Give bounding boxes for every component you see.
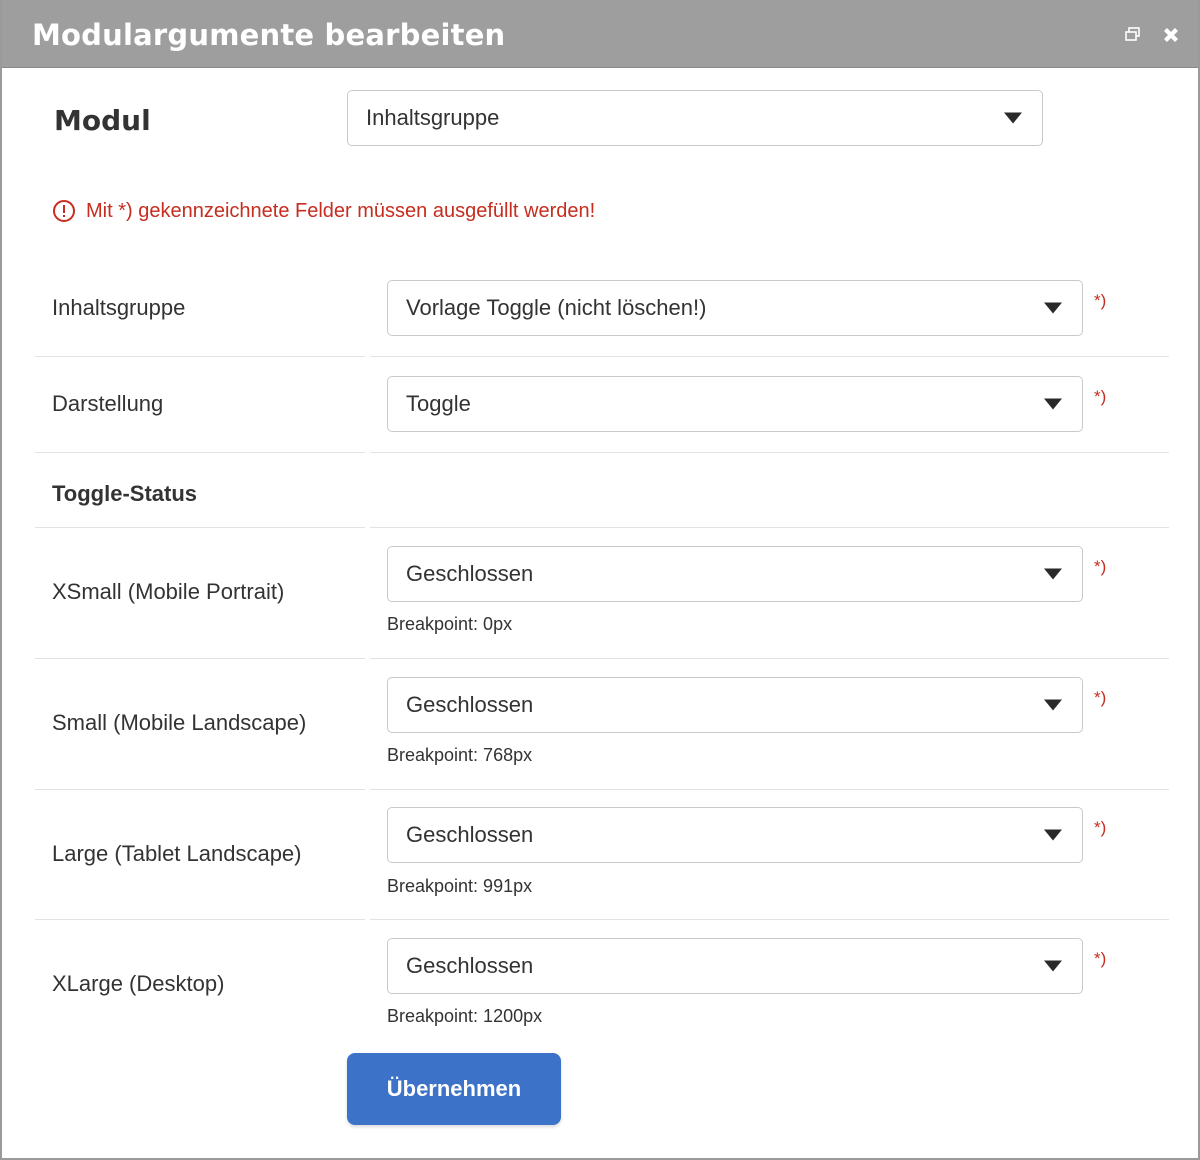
chevron-down-icon	[1044, 829, 1062, 841]
display-select[interactable]: Toggle	[387, 376, 1083, 432]
row-divider	[370, 658, 1169, 659]
module-select-value: Inhaltsgruppe	[366, 105, 500, 130]
display-select-value: Toggle	[406, 391, 471, 416]
large-toggle-select[interactable]: Geschlossen	[387, 807, 1083, 863]
xlarge-select-value: Geschlossen	[406, 953, 534, 978]
row-divider	[370, 789, 1169, 790]
edit-module-arguments-dialog: Modulargumente bearbeiten Modul Inhaltsg…	[0, 0, 1200, 1160]
content-group-select-value: Vorlage Toggle (nicht löschen!)	[406, 295, 707, 320]
breakpoint-hint: Breakpoint: 0px	[387, 614, 513, 634]
breakpoint-hint: Breakpoint: 991px	[387, 876, 533, 896]
row-divider	[35, 452, 365, 453]
breakpoint-hint: Breakpoint: 1200px	[387, 1006, 543, 1026]
required-marker: *)	[1094, 557, 1107, 576]
breakpoint-hint: Breakpoint: 768px	[387, 745, 533, 765]
display-label: Darstellung	[52, 391, 164, 416]
small-label: Small (Mobile Landscape)	[52, 710, 307, 735]
chevron-down-icon	[1044, 398, 1062, 410]
window-restore-icon[interactable]	[1122, 24, 1144, 46]
required-marker: *)	[1094, 949, 1107, 968]
large-label: Large (Tablet Landscape)	[52, 841, 302, 866]
chevron-down-icon	[1004, 112, 1022, 124]
xsmall-label: XSmall (Mobile Portrait)	[52, 579, 285, 604]
xsmall-select-value: Geschlossen	[406, 561, 534, 586]
chevron-down-icon	[1044, 960, 1062, 972]
xlarge-label: XLarge (Desktop)	[52, 971, 225, 996]
dialog-title: Modulargumente bearbeiten	[32, 18, 506, 52]
row-divider	[35, 789, 365, 790]
row-divider	[370, 527, 1169, 528]
row-divider	[35, 919, 365, 920]
chevron-down-icon	[1044, 568, 1062, 580]
required-marker: *)	[1094, 818, 1107, 837]
module-select[interactable]: Inhaltsgruppe	[347, 90, 1043, 146]
xlarge-toggle-select[interactable]: Geschlossen	[387, 938, 1083, 994]
alert-circle-icon	[53, 200, 75, 222]
row-divider	[370, 919, 1169, 920]
apply-button[interactable]: Übernehmen	[347, 1053, 561, 1125]
toggle-status-heading: Toggle-Status	[52, 481, 198, 506]
row-divider	[35, 527, 365, 528]
small-toggle-select[interactable]: Geschlossen	[387, 677, 1083, 733]
xsmall-toggle-select[interactable]: Geschlossen	[387, 546, 1083, 602]
dialog-titlebar[interactable]: Modulargumente bearbeiten	[2, 0, 1198, 68]
content-group-label: Inhaltsgruppe	[52, 295, 186, 320]
row-divider	[35, 356, 365, 357]
row-divider	[370, 356, 1169, 357]
row-divider	[35, 658, 365, 659]
small-select-value: Geschlossen	[406, 692, 534, 717]
module-label: Modul	[54, 104, 151, 137]
required-fields-warning: Mit *) gekennzeichnete Felder müssen aus…	[52, 198, 595, 224]
close-icon[interactable]	[1160, 24, 1182, 46]
required-marker: *)	[1094, 291, 1107, 310]
required-marker: *)	[1094, 387, 1107, 406]
chevron-down-icon	[1044, 302, 1062, 314]
large-select-value: Geschlossen	[406, 822, 534, 847]
chevron-down-icon	[1044, 699, 1062, 711]
row-divider	[370, 452, 1169, 453]
warning-text: Mit *) gekennzeichnete Felder müssen aus…	[86, 199, 596, 222]
content-group-select[interactable]: Vorlage Toggle (nicht löschen!)	[387, 280, 1083, 336]
required-marker: *)	[1094, 688, 1107, 707]
